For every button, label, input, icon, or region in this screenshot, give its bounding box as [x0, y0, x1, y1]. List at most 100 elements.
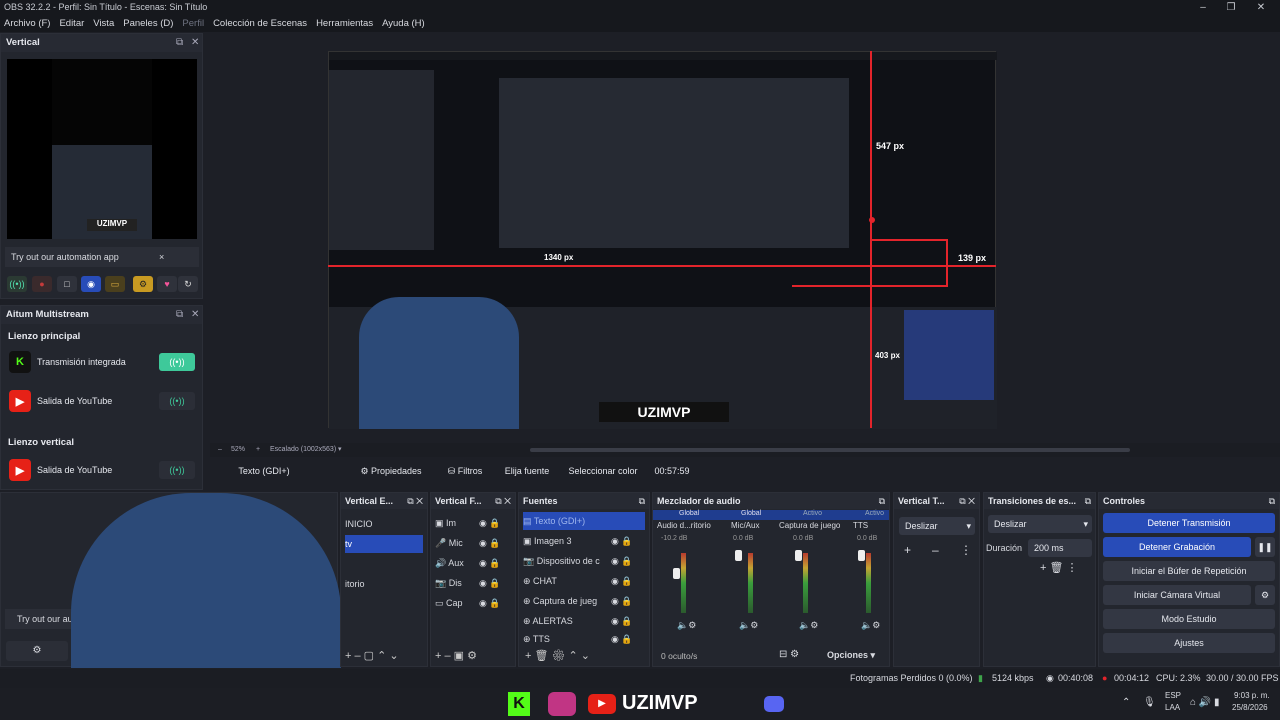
output-toggle-kick[interactable]: ((•)) — [159, 353, 195, 371]
close-icon[interactable]: × — [159, 247, 164, 267]
scene-item-selected[interactable]: tv — [345, 535, 423, 553]
clock-date[interactable]: 25/8/2026 — [1232, 703, 1268, 712]
add-icon[interactable]: + — [904, 543, 911, 557]
source-item[interactable]: ⊕ CHAT ◉ 🔒 — [523, 572, 645, 590]
float-icon[interactable]: ⧉ — [639, 493, 645, 509]
choose-font-button[interactable]: Elija fuente — [500, 462, 554, 480]
eye-icon[interactable]: ◉ 🔒 — [479, 554, 501, 572]
speaker-icon[interactable]: 🔈⚙ — [739, 620, 758, 631]
eye-icon[interactable]: ◉ 🔒 — [479, 514, 501, 532]
source-item[interactable]: ⊕ ALERTAS ◉ 🔒 — [523, 612, 645, 630]
source-item[interactable]: ⊕ TTS ◉ 🔒 — [523, 630, 645, 648]
mixer-tab-global-2[interactable]: Global — [741, 510, 761, 517]
layout-icon[interactable]: ⊟ ⚙ — [779, 649, 799, 660]
guide-handle[interactable] — [869, 217, 875, 223]
menu-help[interactable]: Ayuda (H) — [382, 18, 425, 29]
transition-controls[interactable]: + 🗑 ⋮ — [1040, 561, 1078, 574]
pause-icon[interactable]: ❚❚ — [1255, 537, 1275, 557]
output-toggle-youtube[interactable]: ((•)) — [159, 392, 195, 410]
settings-gear-icon[interactable]: ⚙ — [6, 641, 68, 661]
record-icon[interactable]: ● — [32, 276, 52, 292]
menu-view[interactable]: Vista — [93, 18, 114, 29]
menu-edit[interactable]: Editar — [59, 18, 84, 29]
menu-tools[interactable]: Herramientas — [316, 18, 373, 29]
eye-icon[interactable]: ◉ 🔒 — [611, 572, 633, 590]
volume-slider[interactable] — [795, 550, 802, 561]
menu-docks[interactable]: Paneles (D) — [123, 18, 173, 29]
maximize-icon[interactable]: ❐ — [1214, 0, 1248, 15]
zoom-in-icon[interactable]: + — [256, 443, 260, 457]
float-icon[interactable]: ⧉ — [176, 34, 183, 52]
more-icon[interactable]: ↻ — [178, 276, 198, 292]
main-preview-area[interactable]: UZIMVP 547 px 139 px 403 px 1340 px — [210, 33, 1280, 443]
mixer-tab-active-2[interactable]: Activo — [865, 510, 884, 517]
remove-icon[interactable]: – — [932, 543, 939, 557]
properties-button[interactable]: ⚙ Propiedades — [350, 462, 432, 480]
horizontal-scrollbar[interactable] — [530, 448, 1130, 452]
studio-mode-button[interactable]: Modo Estudio — [1103, 609, 1275, 629]
stream-icon[interactable]: ((•)) — [7, 276, 27, 292]
scene-item[interactable]: itorio — [345, 575, 423, 593]
float-icon[interactable]: ⧉ — [1269, 493, 1275, 509]
source-item[interactable]: ⊕ Captura de jueg ◉ 🔒 — [523, 592, 645, 610]
output-toggle-youtube-vertical[interactable]: ((•)) — [159, 461, 195, 479]
close-icon[interactable]: ✕ — [191, 34, 199, 52]
close-icon[interactable]: ⧉ ✕ — [959, 493, 975, 509]
speaker-icon[interactable]: 🔈⚙ — [799, 620, 818, 631]
filters-button[interactable]: ⛁ Filtros — [440, 462, 490, 480]
gear-icon[interactable]: ⚙ — [133, 276, 153, 292]
source-controls[interactable]: + – ▣ ⚙ — [435, 649, 477, 662]
tray-chevron-icon[interactable]: ⌃ — [1122, 697, 1130, 708]
eye-icon[interactable]: ◉ 🔒 — [479, 534, 501, 552]
eye-icon[interactable]: ◉ 🔒 — [611, 612, 633, 630]
source-item[interactable]: ▣ Imagen 3 ◉ 🔒 — [523, 532, 645, 550]
stop-recording-button[interactable]: Detener Grabación — [1103, 537, 1251, 557]
virtual-camera-icon[interactable]: ◉ — [81, 276, 101, 292]
source-item[interactable]: ▭ Cap ◉ 🔒 — [435, 594, 511, 612]
source-item[interactable]: 🔊 Aux ◉ 🔒 — [435, 554, 511, 572]
eye-icon[interactable]: ◉ 🔒 — [611, 552, 633, 570]
folder-icon[interactable]: ▭ — [105, 276, 125, 292]
menu-profile[interactable]: Perfil — [182, 18, 204, 29]
speaker-icon[interactable]: 🔈⚙ — [677, 620, 696, 631]
eye-icon[interactable]: ◉ 🔒 — [611, 630, 633, 648]
stop-stream-button[interactable]: Detener Transmisión — [1103, 513, 1275, 533]
eye-icon[interactable]: ◉ 🔒 — [611, 532, 633, 550]
select-color-button[interactable]: Seleccionar color — [566, 462, 640, 480]
close-icon[interactable]: ⧉ ✕ — [407, 493, 423, 509]
scene-controls[interactable]: + – ▢ ⌃ ⌄ — [345, 649, 399, 662]
transition-select[interactable]: Deslizar ▾ — [899, 517, 975, 535]
source-item[interactable]: 🎤 Mic ◉ 🔒 — [435, 534, 511, 552]
more-icon[interactable]: ⋮ — [960, 543, 972, 557]
volume-slider[interactable] — [673, 568, 680, 579]
float-icon[interactable]: ⧉ — [879, 493, 885, 509]
source-item-selected[interactable]: ▤ Texto (GDI+) — [523, 512, 645, 530]
duration-input[interactable]: 200 ms — [1028, 539, 1092, 557]
replay-icon[interactable]: □ — [57, 276, 77, 292]
zoom-out-icon[interactable]: – — [218, 443, 222, 457]
replay-buffer-button[interactable]: Iniciar el Búfer de Repetición — [1103, 561, 1275, 581]
input-language-variant[interactable]: LAA — [1165, 703, 1180, 712]
chevron-down-icon[interactable]: ▾ — [338, 443, 342, 457]
vertical-preview[interactable]: UZIMVP — [7, 59, 197, 239]
sources-controls[interactable]: + 🗑 ⚙ ⌃ ⌄ — [525, 649, 590, 662]
source-item[interactable]: 📷 Dis ◉ 🔒 — [435, 574, 511, 592]
source-item[interactable]: 📷 Dispositivo de c ◉ 🔒 — [523, 552, 645, 570]
close-icon[interactable]: ⧉ ✕ — [495, 493, 511, 509]
automation-banner[interactable]: Try out our automation app × — [5, 247, 199, 267]
menu-file[interactable]: Archivo (F) — [4, 18, 50, 29]
volume-slider[interactable] — [735, 550, 742, 561]
volume-slider[interactable] — [858, 550, 865, 561]
network-icon[interactable]: ⌂ 🔊 ▮ — [1190, 697, 1220, 708]
input-language[interactable]: ESP — [1165, 691, 1181, 700]
gear-icon[interactable]: ⚙ — [1255, 585, 1275, 605]
source-item[interactable]: ▣ Im ◉ 🔒 — [435, 514, 511, 532]
discord-icon[interactable] — [764, 696, 784, 712]
virtual-camera-button[interactable]: Iniciar Cámara Virtual — [1103, 585, 1251, 605]
mixer-tab-active[interactable]: Activo — [803, 510, 822, 517]
settings-button[interactable]: Ajustes — [1103, 633, 1275, 653]
close-icon[interactable]: ✕ — [1244, 0, 1278, 15]
scene-item[interactable]: INICIO — [345, 515, 423, 533]
mixer-options-button[interactable]: Opciones ▾ — [827, 650, 875, 661]
close-icon[interactable]: ✕ — [191, 306, 199, 324]
